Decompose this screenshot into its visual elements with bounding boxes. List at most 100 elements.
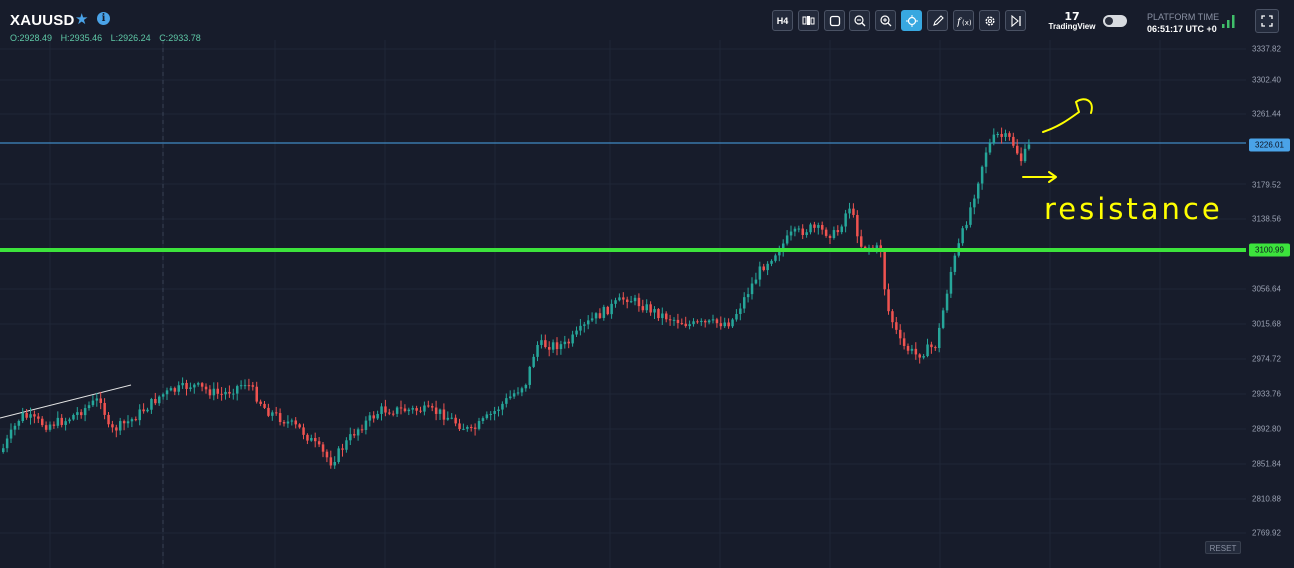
platform-toggle[interactable]	[1103, 15, 1127, 27]
candle-body	[450, 417, 453, 419]
candle-body	[380, 406, 383, 414]
symbol-name[interactable]: XAUUSD	[10, 12, 75, 29]
candle-body	[329, 457, 333, 466]
candle-body	[840, 226, 843, 233]
candle-body	[161, 394, 165, 397]
candle-body	[216, 388, 219, 394]
candle-body	[306, 434, 309, 441]
candle-body	[828, 235, 832, 238]
candle-body	[419, 410, 422, 412]
candle-body	[91, 400, 95, 406]
candle-body	[255, 386, 258, 402]
candle-body	[80, 412, 83, 416]
candle-body	[333, 461, 336, 466]
candle-body	[571, 334, 574, 344]
info-icon[interactable]: i	[97, 12, 110, 25]
settings-button[interactable]	[979, 10, 1000, 31]
candle-body	[727, 322, 730, 327]
candle-body	[953, 255, 957, 272]
candle-body	[715, 319, 719, 324]
candle-body	[934, 347, 937, 349]
candle-body	[208, 389, 212, 396]
zoom-out-icon	[853, 14, 865, 26]
pencil-icon	[932, 14, 944, 26]
candle-body	[247, 385, 251, 387]
candle-body	[99, 398, 102, 403]
candle-body	[739, 308, 742, 315]
price-tick: 3302.40	[1252, 75, 1281, 85]
candle-body	[891, 311, 894, 323]
candle-body	[438, 409, 442, 414]
candle-body	[945, 293, 949, 311]
fullscreen-button[interactable]	[1255, 9, 1279, 33]
candle-body	[353, 434, 356, 436]
candle-body	[844, 213, 847, 227]
candle-body	[384, 406, 387, 413]
candle-body	[111, 424, 114, 428]
shape-button[interactable]	[824, 10, 845, 31]
candle-body	[641, 306, 645, 311]
candle-body	[103, 402, 106, 415]
candlestick-series	[2, 127, 1031, 469]
candle-body	[575, 330, 578, 335]
candle-body	[33, 414, 36, 417]
candle-body	[1008, 133, 1011, 137]
price-tick: 3138.56	[1252, 214, 1281, 224]
candle-body	[72, 414, 75, 420]
timeframe-button[interactable]: H4	[772, 10, 793, 31]
zoom-in-button[interactable]	[875, 10, 896, 31]
candle-body	[899, 329, 902, 339]
annotation-drawing	[1022, 98, 1093, 183]
candle-body	[368, 415, 372, 421]
candle-body	[302, 427, 305, 435]
candle-body	[107, 414, 110, 425]
draw-button[interactable]	[927, 10, 948, 31]
candle-body	[684, 323, 687, 327]
fullscreen-icon	[1261, 15, 1273, 27]
candle-body	[977, 183, 980, 199]
price-chart[interactable]: resistance	[0, 0, 1294, 568]
candle-body	[785, 235, 789, 244]
candle-body	[56, 417, 60, 426]
candle-body	[130, 419, 134, 422]
candle-body	[477, 421, 481, 429]
candle-body	[294, 420, 297, 425]
candle-body	[680, 323, 684, 325]
zoom-out-button[interactable]	[849, 10, 870, 31]
replay-button[interactable]	[1005, 10, 1026, 31]
candle-body	[224, 391, 227, 395]
star-icon[interactable]: ★	[75, 10, 88, 28]
candle-body	[13, 425, 17, 430]
candle-body	[778, 251, 781, 256]
candle-body	[629, 301, 633, 303]
candle-body	[314, 438, 317, 442]
candle-body	[696, 321, 699, 323]
candle-body	[665, 313, 668, 320]
candle-body	[649, 304, 652, 313]
price-tick: 3179.52	[1252, 180, 1281, 190]
platform-time-label: PLATFORM TIME	[1147, 12, 1220, 22]
candle-body	[692, 321, 695, 325]
candle-body	[259, 401, 262, 404]
candle-body	[204, 386, 208, 390]
play-next-icon	[1010, 14, 1021, 27]
candle-body	[392, 413, 395, 415]
indicators-button[interactable]: f (x)	[953, 10, 974, 31]
candle-body	[60, 417, 63, 425]
candle-body	[544, 340, 547, 348]
candle-body	[181, 382, 184, 386]
candle-body	[969, 207, 972, 225]
candle-body	[1004, 133, 1007, 137]
candle-body	[462, 428, 465, 430]
crosshair-button[interactable]	[901, 10, 922, 31]
price-axis[interactable]: 3337.82 3302.40 3261.44 3179.52 3138.56 …	[1246, 40, 1294, 568]
candle-body	[497, 409, 500, 412]
reset-button[interactable]: RESET	[1205, 541, 1241, 554]
candle-body	[887, 289, 890, 312]
candle-body	[723, 322, 726, 327]
candle-body	[657, 309, 660, 319]
candles-type-button[interactable]	[798, 10, 819, 31]
candle-body	[481, 418, 485, 422]
candle-body	[688, 324, 691, 327]
candle-body	[278, 413, 282, 423]
